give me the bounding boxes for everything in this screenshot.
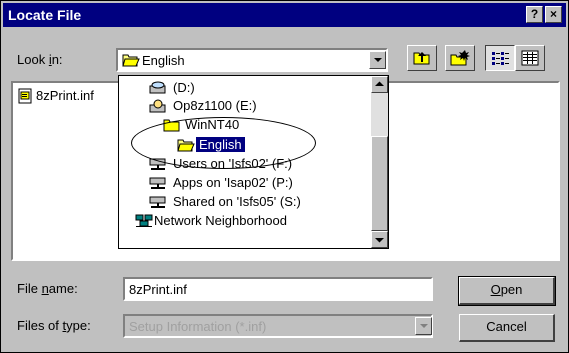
list-item[interactable]: Shared on 'Isfs05' (S:) (119, 193, 369, 211)
list-item[interactable]: Apps on 'Isap02' (P:) (119, 174, 369, 192)
look-in-label: Look in: (17, 52, 63, 67)
chevron-down-icon (375, 238, 384, 243)
create-new-folder-button[interactable] (445, 45, 475, 71)
file-type-select[interactable]: Setup Information (*.inf) (123, 314, 433, 338)
close-button[interactable]: × (545, 6, 562, 23)
scroll-thumb[interactable] (371, 136, 388, 231)
list-item[interactable]: (D:) (119, 79, 369, 97)
up-one-level-button[interactable] (407, 45, 437, 71)
file-type-dropdown-button[interactable] (415, 317, 432, 335)
list-view-icon (492, 52, 509, 65)
look-in-dropdown-button[interactable] (369, 51, 386, 69)
list-item[interactable]: Network Neighborhood (119, 212, 369, 230)
file-type-label: Files of type: (17, 318, 91, 333)
help-button[interactable]: ? (526, 6, 543, 23)
up-folder-icon (413, 52, 430, 65)
chevron-down-icon (374, 58, 382, 62)
file-name-label: File name: (17, 281, 78, 296)
dropdown-scrollbar[interactable] (371, 76, 388, 248)
network-drive-icon (149, 195, 167, 209)
inf-file-icon (17, 88, 33, 107)
cd-drive-icon (149, 81, 167, 95)
highlight-ellipse (131, 117, 316, 169)
chevron-up-icon (375, 81, 384, 86)
list-view-button[interactable] (485, 45, 515, 71)
file-name-input[interactable]: 8zPrint.inf (123, 277, 433, 301)
cd-drive-icon (149, 99, 167, 113)
network-neighborhood-icon (135, 214, 153, 228)
look-in-combobox[interactable]: English (116, 48, 388, 72)
file-list-item[interactable]: 8zPrint.inf (17, 87, 127, 105)
title-bar[interactable]: Locate File ? × (3, 3, 566, 27)
cancel-button[interactable]: Cancel (459, 314, 555, 342)
details-view-button[interactable] (515, 45, 545, 71)
open-folder-icon (122, 53, 140, 70)
network-drive-icon (149, 176, 167, 190)
new-folder-icon (450, 50, 470, 66)
open-button[interactable]: Open (458, 276, 556, 306)
list-item[interactable]: Op8z1100 (E:) (119, 97, 369, 115)
look-in-value: English (142, 53, 185, 68)
scroll-down-button[interactable] (371, 231, 388, 248)
locate-file-dialog: Locate File ? × Look in: English 8zPrint… (0, 0, 569, 353)
chevron-down-icon (420, 324, 428, 328)
details-view-icon (521, 50, 539, 66)
scroll-up-button[interactable] (371, 76, 388, 93)
window-title: Locate File (8, 7, 82, 23)
